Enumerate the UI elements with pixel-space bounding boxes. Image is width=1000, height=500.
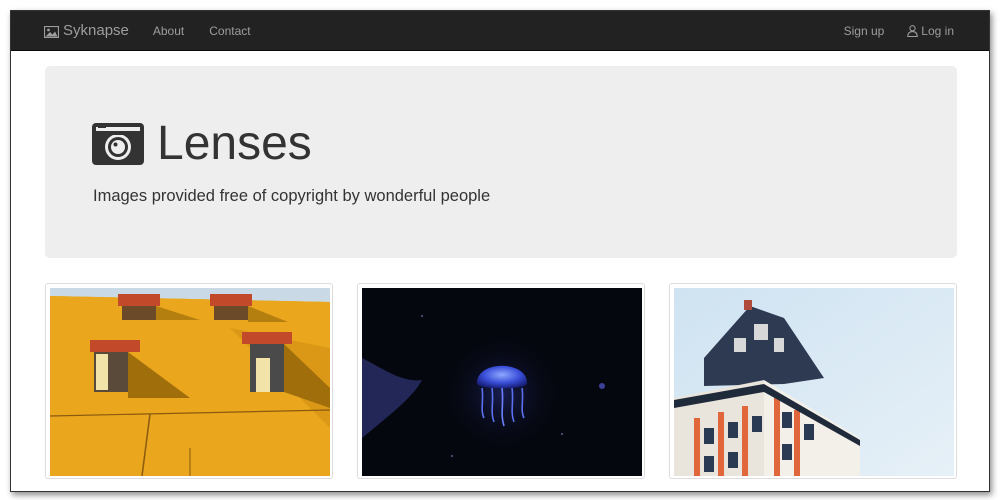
subtitle: Images provided free of copyright by won…	[93, 187, 491, 205]
nav-account: Sign up Log in	[844, 24, 954, 38]
navbar: Syknapse About Contact Sign up Log in	[11, 11, 989, 51]
camera-icon	[92, 121, 144, 167]
title-text: Lenses	[157, 117, 312, 170]
login-link[interactable]: Log in	[907, 24, 954, 38]
jellyfish-photo	[362, 288, 642, 476]
gallery-image-yellow-building[interactable]	[45, 283, 333, 479]
nav-link-contact[interactable]: Contact	[209, 24, 250, 38]
jumbotron: Lenses Images provided free of copyright…	[45, 66, 957, 258]
brand-link[interactable]: Syknapse	[43, 22, 129, 39]
page-title: Lenses	[92, 120, 312, 168]
brand-name: Syknapse	[63, 22, 129, 39]
nav-link-about[interactable]: About	[153, 24, 184, 38]
gallery-image-corner-building[interactable]	[669, 283, 957, 479]
login-label: Log in	[921, 23, 954, 38]
nav-menu: About Contact	[153, 24, 251, 38]
yellow-building-photo	[50, 288, 330, 476]
image-icon	[43, 25, 60, 38]
user-icon	[907, 24, 919, 37]
signup-link[interactable]: Sign up	[844, 24, 885, 38]
gallery-image-jellyfish[interactable]	[357, 283, 645, 479]
corner-building-photo	[674, 288, 954, 476]
browser-page: Syknapse About Contact Sign up Log in Le…	[10, 10, 990, 492]
